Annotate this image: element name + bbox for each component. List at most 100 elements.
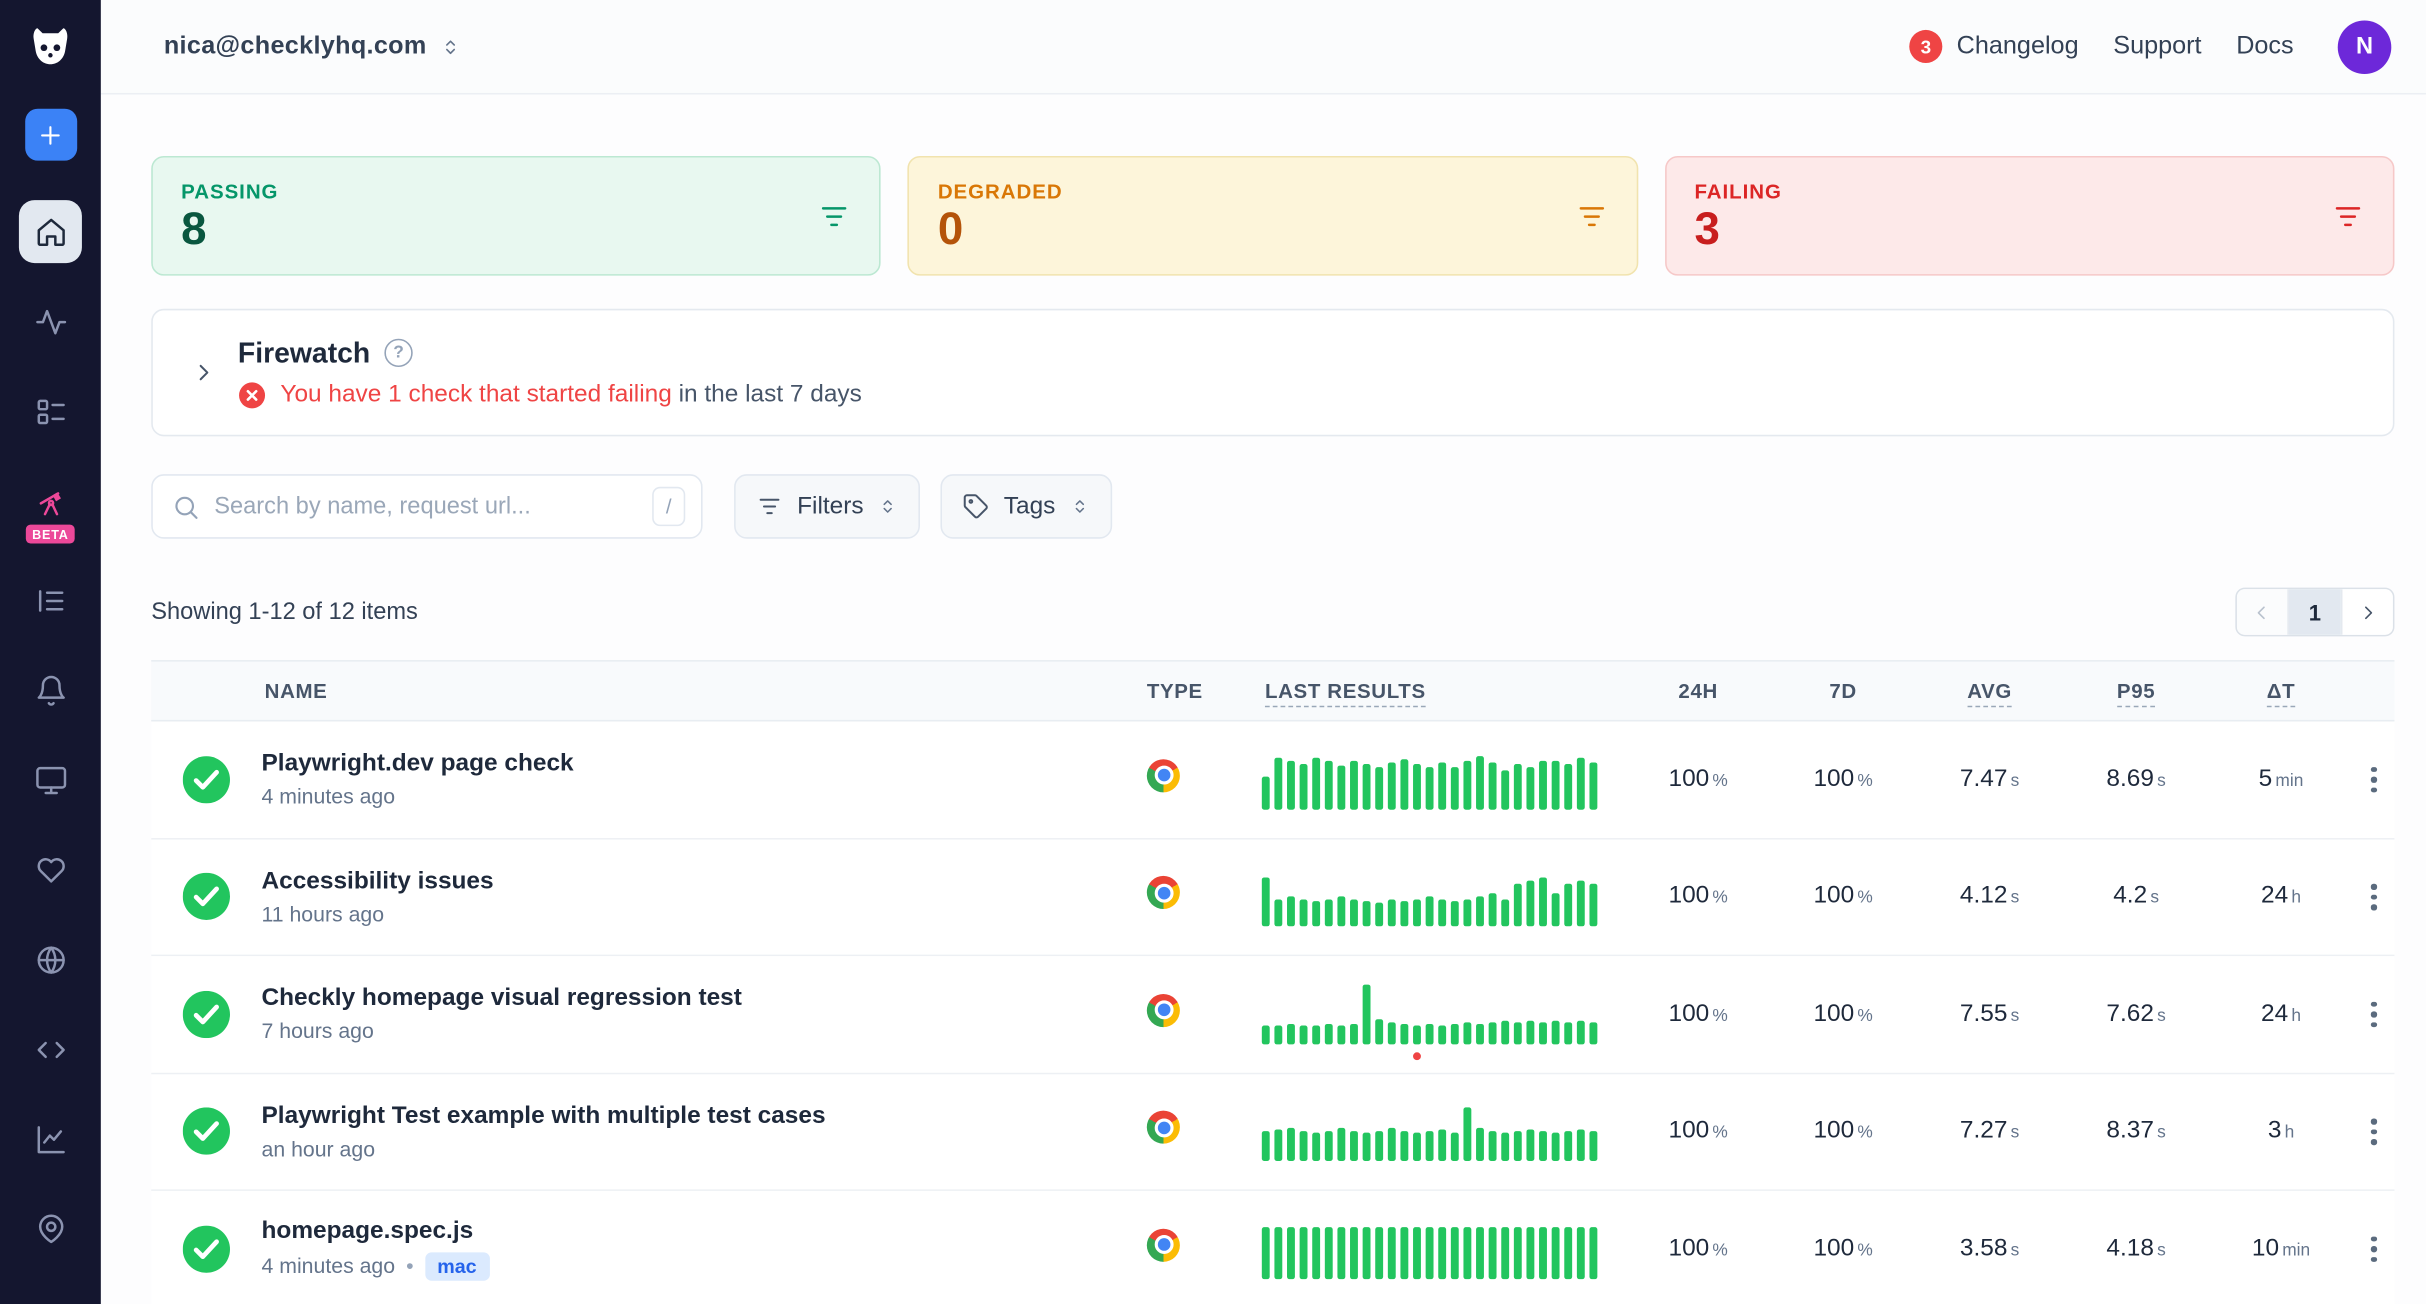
failing-count: 3 bbox=[1694, 207, 1781, 253]
status-passing-icon bbox=[183, 1225, 230, 1272]
support-link[interactable]: Support bbox=[2113, 32, 2201, 60]
metric-p95: 8.37s bbox=[2064, 1117, 2209, 1145]
prev-page-button[interactable] bbox=[2237, 589, 2289, 635]
sidebar: BETA bbox=[0, 0, 101, 1304]
table-row[interactable]: homepage.spec.js 4 minutes ago • mac 100… bbox=[151, 1191, 2394, 1304]
checks-table: NAME TYPE LAST RESULTS 24H 7D AVG P95 ΔT… bbox=[151, 660, 2394, 1304]
env-badge: mac bbox=[425, 1252, 490, 1280]
check-name[interactable]: Checkly homepage visual regression test bbox=[261, 985, 1102, 1013]
error-circle-icon bbox=[238, 380, 266, 408]
chevron-up-down-icon bbox=[878, 496, 898, 516]
last-results-chart[interactable] bbox=[1262, 867, 1626, 927]
sidebar-item-home[interactable] bbox=[19, 200, 82, 263]
status-cards: PASSING 8 DEGRADED 0 FAILING bbox=[151, 156, 2394, 276]
last-results-chart[interactable] bbox=[1262, 1219, 1626, 1279]
sidebar-item-checks[interactable] bbox=[19, 380, 82, 443]
search-box[interactable]: / bbox=[151, 474, 702, 539]
metric-delta-t: 24h bbox=[2209, 1000, 2354, 1028]
sidebar-item-runtimes[interactable] bbox=[19, 1018, 82, 1081]
metric-delta-t: 10min bbox=[2209, 1235, 2354, 1263]
avg-column-header[interactable]: AVG bbox=[1916, 679, 2064, 703]
account-switcher[interactable]: nica@checklyhq.com bbox=[164, 32, 461, 60]
table-row[interactable]: Accessibility issues 11 hours ago 100% 1… bbox=[151, 839, 2394, 956]
firewatch-alert-text: You have 1 check that started failing in… bbox=[280, 380, 861, 408]
row-menu-button[interactable] bbox=[2362, 992, 2386, 1037]
next-page-button[interactable] bbox=[2341, 589, 2393, 635]
check-name[interactable]: Playwright Test example with multiple te… bbox=[261, 1102, 1102, 1130]
filter-lines-icon bbox=[756, 493, 783, 520]
create-new-button[interactable] bbox=[24, 109, 76, 161]
pagination: 1 bbox=[2235, 588, 2394, 637]
user-avatar[interactable]: N bbox=[2338, 20, 2392, 74]
status-passing-icon bbox=[183, 756, 230, 803]
chrome-browser-icon bbox=[1147, 759, 1180, 792]
tag-icon bbox=[963, 493, 990, 520]
metric-7d: 100% bbox=[1771, 1117, 1916, 1145]
tags-button[interactable]: Tags bbox=[941, 474, 1112, 539]
passing-label: PASSING bbox=[181, 179, 278, 203]
dot-separator: • bbox=[406, 1254, 413, 1278]
check-name[interactable]: Playwright.dev page check bbox=[261, 750, 1102, 778]
filter-icon[interactable] bbox=[2331, 199, 2364, 232]
sidebar-item-alerts[interactable] bbox=[19, 658, 82, 721]
failing-card[interactable]: FAILING 3 bbox=[1665, 156, 2395, 276]
metric-24h: 100% bbox=[1626, 1000, 1771, 1028]
chrome-browser-icon bbox=[1147, 1111, 1180, 1144]
table-row[interactable]: Checkly homepage visual regression test … bbox=[151, 956, 2394, 1073]
row-menu-button[interactable] bbox=[2362, 1109, 2386, 1154]
filter-icon[interactable] bbox=[1575, 199, 1608, 232]
7d-column-header[interactable]: 7D bbox=[1771, 679, 1916, 703]
chrome-browser-icon bbox=[1147, 994, 1180, 1027]
metric-delta-t: 5min bbox=[2209, 765, 2354, 793]
sidebar-item-logs[interactable] bbox=[19, 569, 82, 632]
metric-7d: 100% bbox=[1771, 765, 1916, 793]
check-name[interactable]: Accessibility issues bbox=[261, 868, 1102, 896]
passing-card[interactable]: PASSING 8 bbox=[151, 156, 881, 276]
chevron-up-down-icon bbox=[1070, 496, 1090, 516]
sidebar-item-dashboards[interactable] bbox=[19, 748, 82, 811]
row-menu-button[interactable] bbox=[2362, 874, 2386, 919]
row-menu-button[interactable] bbox=[2362, 757, 2386, 802]
metric-7d: 100% bbox=[1771, 1235, 1916, 1263]
last-results-column-header[interactable]: LAST RESULTS bbox=[1262, 679, 1626, 703]
table-row[interactable]: Playwright Test example with multiple te… bbox=[151, 1074, 2394, 1191]
metric-avg: 3.58s bbox=[1916, 1235, 2064, 1263]
metric-delta-t: 3h bbox=[2209, 1117, 2354, 1145]
sidebar-item-locations[interactable] bbox=[19, 1197, 82, 1260]
changelog-link[interactable]: 3 Changelog bbox=[1909, 30, 2078, 63]
type-column-header: TYPE bbox=[1125, 679, 1262, 703]
sidebar-item-activity[interactable] bbox=[19, 290, 82, 353]
help-icon[interactable]: ? bbox=[384, 339, 412, 367]
status-passing-icon bbox=[183, 873, 230, 920]
degraded-card[interactable]: DEGRADED 0 bbox=[908, 156, 1638, 276]
check-name[interactable]: homepage.spec.js bbox=[261, 1217, 1102, 1245]
sidebar-item-telescope-beta[interactable]: BETA bbox=[19, 469, 82, 532]
search-input[interactable] bbox=[214, 493, 638, 520]
sidebar-item-analytics[interactable] bbox=[19, 1107, 82, 1170]
sidebar-item-private-locations[interactable] bbox=[19, 928, 82, 991]
24h-column-header[interactable]: 24H bbox=[1626, 679, 1771, 703]
check-last-run: 4 minutes ago bbox=[261, 1254, 395, 1278]
checkly-logo-icon[interactable] bbox=[20, 17, 80, 77]
filter-icon[interactable] bbox=[818, 199, 851, 232]
name-column-header[interactable]: NAME bbox=[261, 679, 1124, 703]
docs-link[interactable]: Docs bbox=[2236, 32, 2293, 60]
filters-button[interactable]: Filters bbox=[734, 474, 920, 539]
last-results-chart[interactable] bbox=[1262, 749, 1626, 809]
metric-avg: 7.27s bbox=[1916, 1117, 2064, 1145]
delta-t-column-header[interactable]: ΔT bbox=[2209, 679, 2354, 703]
last-results-chart[interactable] bbox=[1262, 1102, 1626, 1162]
last-results-chart[interactable] bbox=[1262, 984, 1626, 1044]
expand-chevron-icon[interactable] bbox=[191, 359, 218, 386]
tags-label: Tags bbox=[1004, 492, 1056, 520]
list-bar: Showing 1-12 of 12 items 1 bbox=[151, 589, 2394, 635]
row-menu-button[interactable] bbox=[2362, 1226, 2386, 1271]
degraded-count: 0 bbox=[938, 207, 1063, 253]
alert-rest: in the last 7 days bbox=[672, 380, 862, 407]
p95-column-header[interactable]: P95 bbox=[2064, 679, 2209, 703]
status-passing-icon bbox=[183, 990, 230, 1037]
sidebar-item-maintenance[interactable] bbox=[19, 838, 82, 901]
showing-count: Showing 1-12 of 12 items bbox=[151, 599, 418, 626]
table-row[interactable]: Playwright.dev page check 4 minutes ago … bbox=[151, 721, 2394, 838]
firewatch-title: Firewatch bbox=[238, 336, 370, 369]
